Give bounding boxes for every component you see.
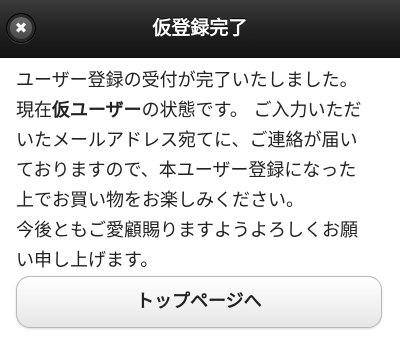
- close-icon: ✖: [10, 17, 32, 39]
- message-line-3: いたメールアドレス宛てに、ご連絡が届い: [16, 130, 358, 151]
- message-line-5: 上でお買い物をお楽しみください。: [16, 190, 304, 211]
- message-line-2-suffix: の状態です。 ご入力いただ: [141, 100, 362, 121]
- dialog-title: 仮登録完了: [152, 17, 248, 39]
- message-text: ユーザー登録の受付が完了いたしました。 現在仮ユーザーの状態です。 ご入力いただ…: [16, 66, 390, 276]
- registration-complete-dialog: 仮登録完了 ✖ ユーザー登録の受付が完了いたしました。 現在仮ユーザーの状態です…: [0, 0, 400, 356]
- top-page-button[interactable]: トップページへ: [16, 276, 382, 328]
- message-line-1: ユーザー登録の受付が完了いたしました。: [16, 70, 358, 91]
- close-button[interactable]: ✖: [6, 13, 36, 43]
- dialog-header: 仮登録完了 ✖: [0, 0, 400, 58]
- message-line-2-prefix: 現在: [16, 100, 52, 121]
- message-line-4: ておりますので、本ユーザー登録になった: [16, 160, 357, 181]
- temporary-user-label: 仮ユーザー: [52, 100, 142, 121]
- message-line-6: 今後ともご愛顧賜りますようよろしくお願: [16, 220, 358, 241]
- message-line-2: 現在仮ユーザーの状態です。 ご入力いただ: [16, 96, 390, 126]
- message-line-7: い申し上げます。: [16, 250, 159, 271]
